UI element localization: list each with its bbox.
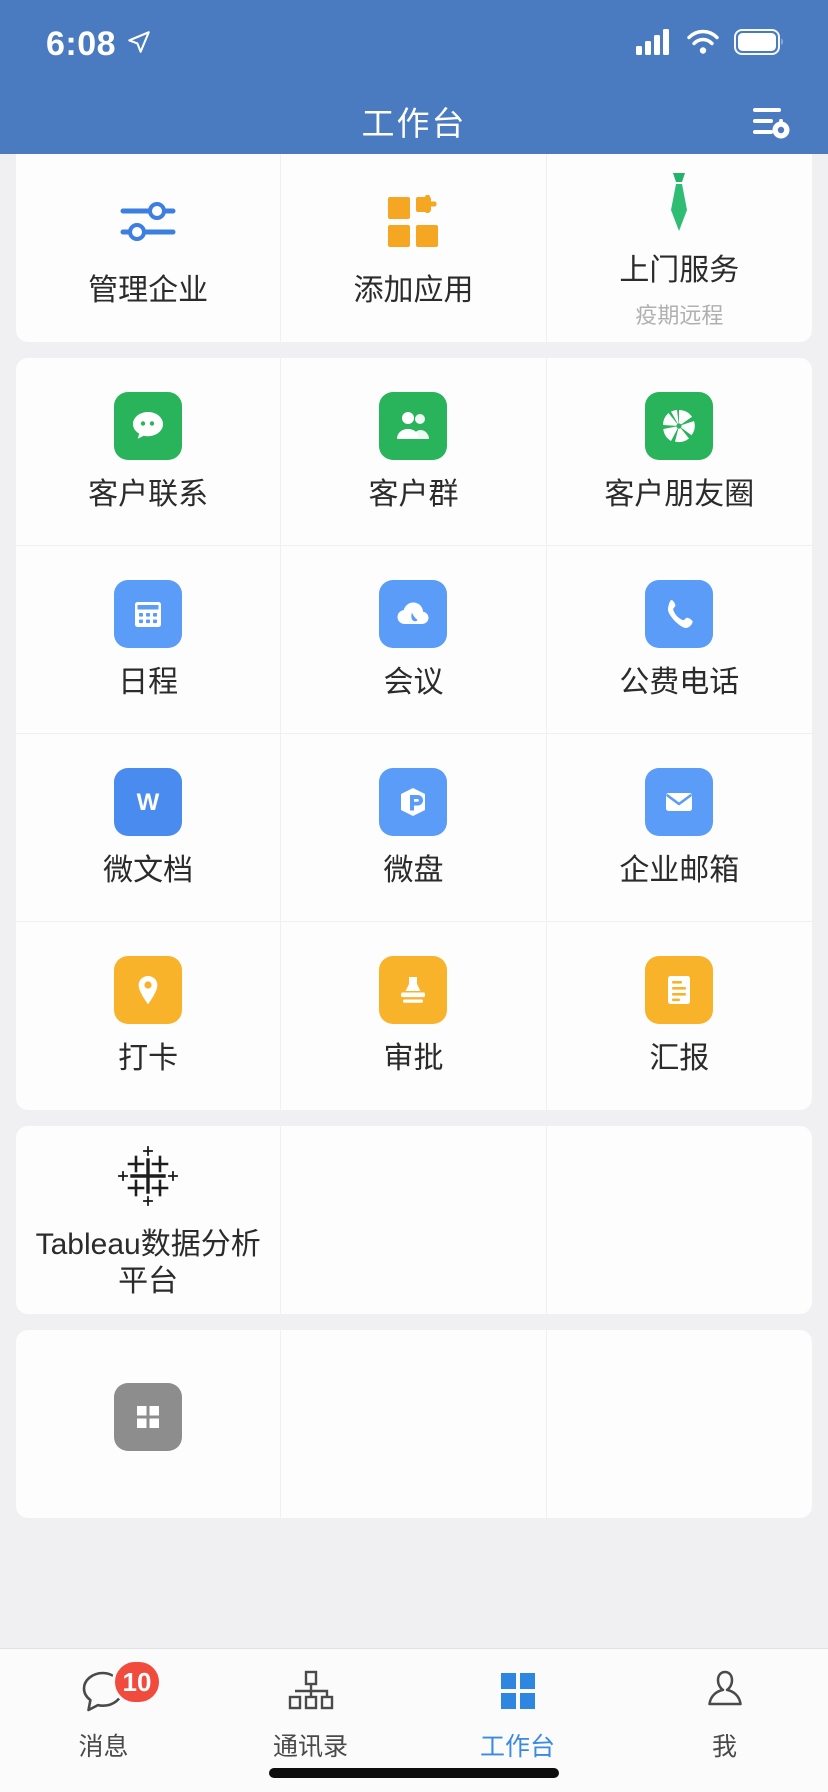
location-pin-icon: [114, 954, 183, 1026]
app-screen: 6:08 工作台 管理企业 添加应用 上门服务 疫期远程 客户联系 客户群 客户…: [0, 0, 828, 1792]
tab-label: 我: [711, 1733, 737, 1761]
status-bar-left: 6:08: [46, 25, 152, 64]
app-cell-add-app[interactable]: 添加应用: [281, 154, 547, 342]
app-label: 添加应用: [353, 274, 474, 308]
app-cell-placeholder: [547, 1126, 812, 1314]
app-label: 上门服务: [619, 254, 740, 288]
app-cell-customer-contact[interactable]: 客户联系: [16, 358, 282, 546]
stamp-icon: [379, 954, 448, 1026]
app-label: 客户联系: [88, 477, 209, 511]
calendar-icon: [114, 578, 183, 650]
grid-quick-actions: 管理企业 添加应用 上门服务 疫期远程: [16, 154, 812, 342]
card-third-party: Tableau数据分析平台: [16, 1126, 812, 1314]
tab-me[interactable]: 我: [621, 1665, 828, 1763]
meeting-cloud-icon: [379, 578, 448, 650]
app-grid-scroll[interactable]: 管理企业 添加应用 上门服务 疫期远程 客户联系 客户群 客户朋友圈 日程 会议…: [0, 154, 828, 1648]
wedoc-w-icon: W: [114, 766, 183, 838]
wedrive-cube-icon: [379, 766, 448, 838]
card-apps: 客户联系 客户群 客户朋友圈 日程 会议 公费电话 W 微文档 微盘 企业邮箱 …: [16, 358, 812, 1110]
app-label: 企业邮箱: [619, 853, 740, 887]
app-cell-onsite-service[interactable]: 上门服务 疫期远程: [547, 154, 812, 342]
status-bar-right: [636, 28, 784, 60]
card-more-apps: [16, 1330, 812, 1518]
home-indicator: [269, 1768, 559, 1778]
card-quick-actions: 管理企业 添加应用 上门服务 疫期远程: [16, 154, 812, 342]
app-label: Tableau数据分析平台: [35, 1227, 261, 1299]
chat-outline-icon: 10: [78, 1659, 163, 1719]
tab-messages[interactable]: 10 消息: [0, 1659, 207, 1763]
sliders-icon: [117, 186, 179, 258]
necktie-icon: [659, 166, 699, 238]
app-label: 管理企业: [88, 274, 209, 308]
app-cell-wedoc[interactable]: W 微文档: [16, 734, 282, 922]
app-cell-checkin[interactable]: 打卡: [16, 922, 282, 1110]
wifi-icon: [686, 29, 720, 60]
camera-shutter-icon: [645, 390, 714, 462]
org-chart-icon: [285, 1665, 337, 1719]
app-label: 汇报: [649, 1042, 710, 1076]
app-cell-manage-enterprise[interactable]: 管理企业: [16, 154, 282, 342]
add-app-icon: [384, 186, 442, 258]
app-cell-company-phone[interactable]: 公费电话: [546, 546, 812, 734]
grid-more-apps: [16, 1330, 812, 1518]
app-cell-schedule[interactable]: 日程: [16, 546, 282, 734]
bottom-tab-bar: 10 消息 通讯录 工作台 我: [0, 1648, 828, 1792]
page-title: 工作台: [361, 105, 467, 142]
app-label: 日程: [118, 665, 179, 699]
report-doc-icon: [645, 954, 714, 1026]
location-arrow-icon: [126, 29, 152, 60]
grid-windows-icon: [114, 1381, 183, 1453]
tableau-logo-icon: [116, 1140, 180, 1212]
app-cell-placeholder: [547, 1330, 812, 1518]
app-cell-more[interactable]: [16, 1330, 282, 1518]
tab-contacts[interactable]: 通讯录: [207, 1665, 414, 1763]
tab-label: 消息: [78, 1733, 129, 1761]
app-cell-placeholder: [281, 1330, 547, 1518]
cellular-signal-icon: [636, 28, 672, 60]
app-label: 公费电话: [619, 665, 740, 699]
svg-text:W: W: [137, 789, 160, 816]
app-cell-customer-moments[interactable]: 客户朋友圈: [546, 358, 812, 546]
tab-label: 工作台: [479, 1733, 555, 1761]
grid-squares-icon: [494, 1665, 542, 1719]
person-icon: [701, 1665, 749, 1719]
battery-icon: [734, 28, 784, 60]
grid-third-party: Tableau数据分析平台: [16, 1126, 812, 1314]
app-cell-report[interactable]: 汇报: [547, 922, 812, 1110]
app-cell-tableau[interactable]: Tableau数据分析平台: [16, 1126, 282, 1314]
envelope-icon: [645, 766, 714, 838]
app-label: 客户群: [368, 477, 459, 511]
people-group-icon: [379, 390, 448, 462]
status-badge: 10: [111, 1659, 163, 1705]
app-label: 会议: [383, 665, 444, 699]
tab-workbench[interactable]: 工作台: [414, 1665, 621, 1763]
phone-icon: [645, 578, 714, 650]
app-sublabel: 疫期远程: [635, 302, 724, 328]
app-label: 客户朋友圈: [604, 477, 755, 511]
app-cell-meeting[interactable]: 会议: [281, 546, 547, 734]
app-cell-placeholder: [281, 1126, 547, 1314]
app-label: 审批: [383, 1042, 444, 1076]
app-cell-wedrive[interactable]: 微盘: [281, 734, 547, 922]
chat-bubble-icon: [114, 390, 183, 462]
app-label: 微盘: [383, 853, 444, 887]
app-cell-customer-group[interactable]: 客户群: [281, 358, 547, 546]
status-time: 6:08: [46, 24, 117, 63]
grid-apps: 客户联系 客户群 客户朋友圈 日程 会议 公费电话 W 微文档 微盘 企业邮箱 …: [16, 358, 812, 1110]
list-settings-icon[interactable]: [742, 93, 798, 149]
app-label: 微文档: [103, 853, 194, 887]
nav-bar: 工作台: [0, 88, 828, 154]
status-bar: 6:08: [0, 0, 828, 88]
app-cell-approval[interactable]: 审批: [281, 922, 547, 1110]
tab-label: 通讯录: [272, 1733, 348, 1761]
app-cell-enterprise-mail[interactable]: 企业邮箱: [546, 734, 812, 922]
app-label: 打卡: [118, 1042, 179, 1076]
